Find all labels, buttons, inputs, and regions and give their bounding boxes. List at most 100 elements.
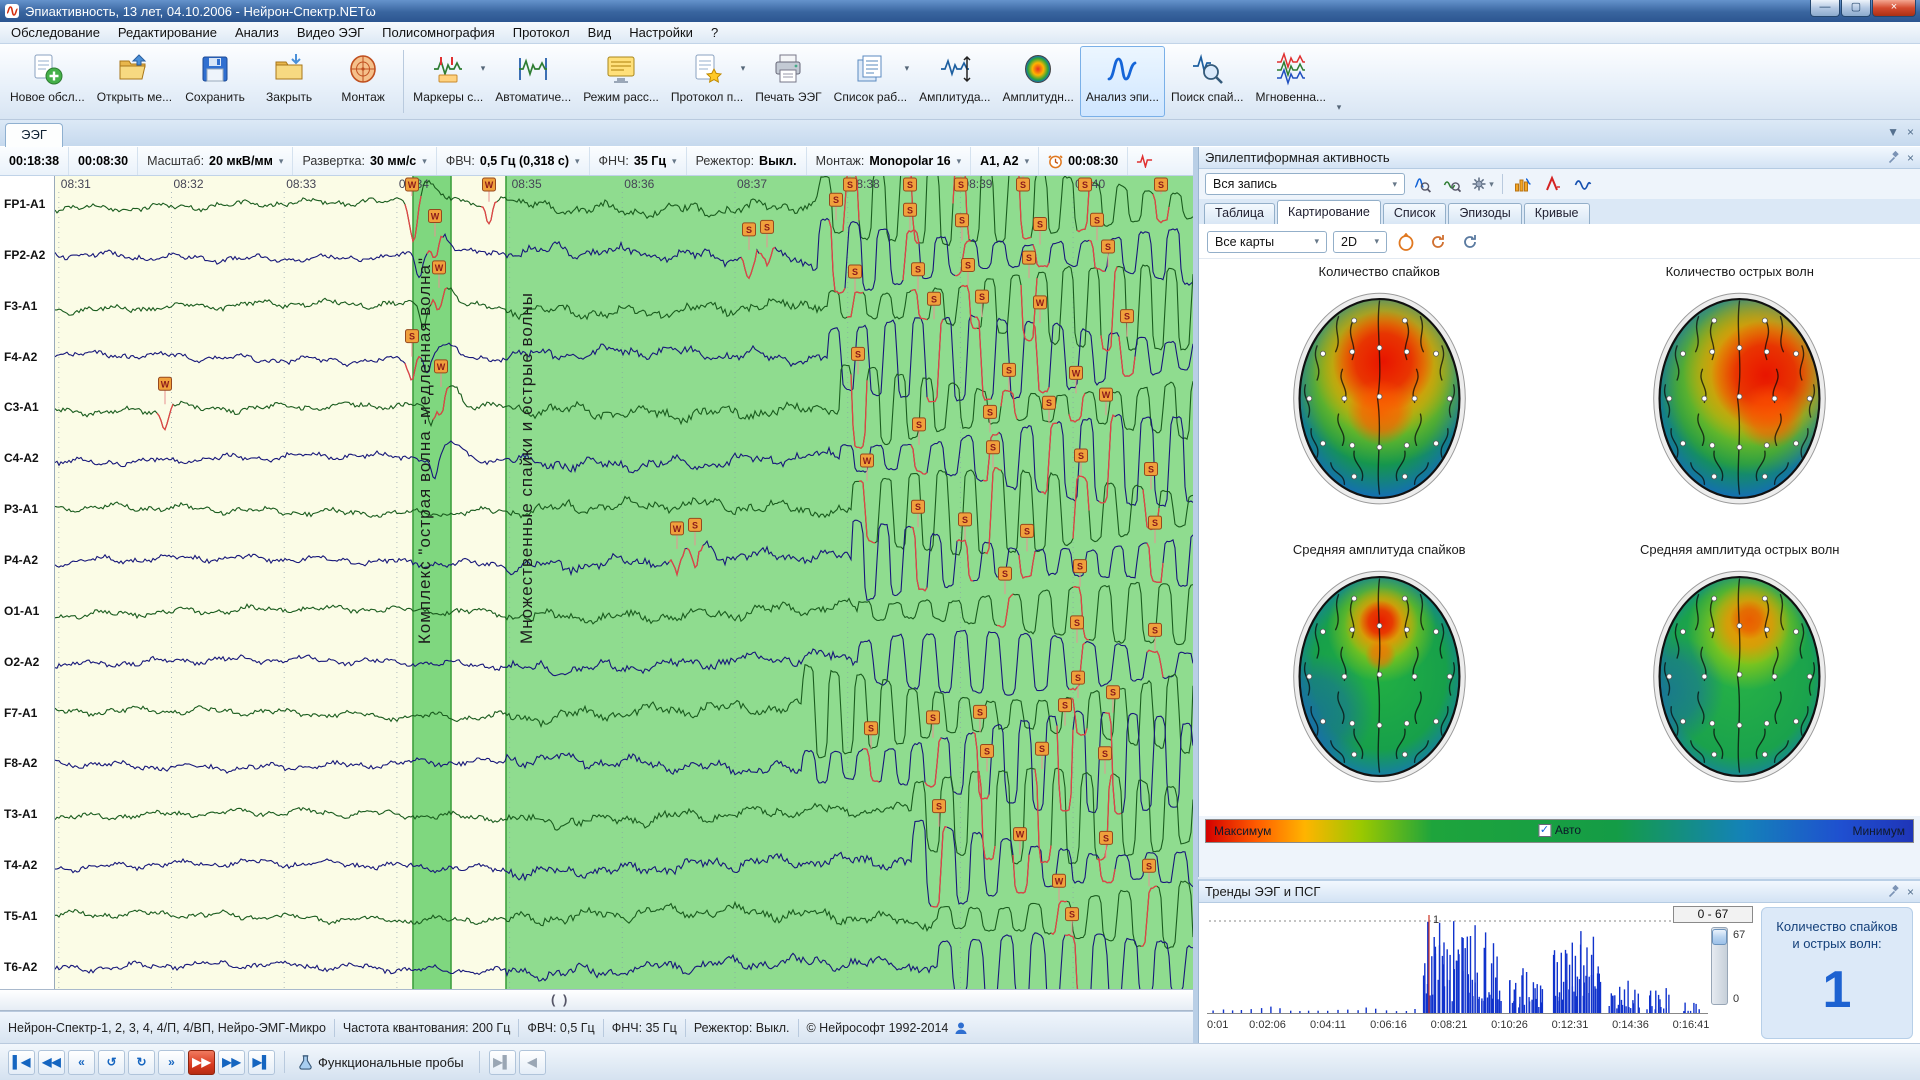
eeg-event-marker[interactable]: S <box>912 263 925 276</box>
play-fast-button[interactable]: ▶▶ <box>188 1050 215 1075</box>
worklist-button[interactable]: ▾Список раб... <box>828 46 913 117</box>
tab-episodes[interactable]: Эпизоды <box>1448 203 1521 224</box>
eeg-event-marker[interactable]: S <box>865 722 878 735</box>
amplitude-button[interactable]: Амплитуда... <box>913 46 996 117</box>
tab-close-icon[interactable]: × <box>1907 125 1914 139</box>
fast-rewind-button[interactable]: ◀◀ <box>38 1050 65 1075</box>
instant-map-button[interactable]: Мгновенна... <box>1249 46 1332 117</box>
record-range-select[interactable]: Вся запись▾ <box>1205 173 1405 195</box>
view-mode-button[interactable]: Режим расс... <box>577 46 665 117</box>
eeg-event-marker[interactable]: W <box>1070 366 1083 379</box>
eeg-event-marker[interactable]: W <box>1100 388 1113 401</box>
eeg-event-marker[interactable]: W <box>671 522 684 535</box>
close-panel-icon[interactable]: × <box>1907 151 1914 165</box>
mark-wave-icon[interactable] <box>1570 173 1596 195</box>
pin-icon[interactable] <box>1888 885 1901 898</box>
tab-eeg[interactable]: ЭЭГ <box>5 123 63 147</box>
eeg-event-marker[interactable]: W <box>483 178 496 191</box>
eeg-event-marker[interactable]: S <box>974 705 987 718</box>
eeg-event-marker[interactable]: S <box>1102 240 1115 253</box>
settings-icon[interactable]: ▾ <box>1469 173 1495 195</box>
print-eeg-button[interactable]: Печать ЭЭГ <box>749 46 827 117</box>
skip-start-button[interactable]: ▌◀ <box>8 1050 35 1075</box>
montage-select[interactable]: Монтаж:Monopolar 16▾ <box>807 147 972 175</box>
eeg-event-marker[interactable]: S <box>1079 178 1092 191</box>
amplitude-map-button[interactable]: Амплитудн... <box>997 46 1080 117</box>
eeg-page-strip[interactable]: ( ) <box>0 989 1193 1011</box>
channel-label[interactable]: FP1-A1 <box>4 197 45 211</box>
menu-item-5[interactable]: Протокол <box>504 23 579 42</box>
eeg-event-marker[interactable]: S <box>1091 213 1104 226</box>
auto-mark-icon[interactable] <box>1510 173 1536 195</box>
functional-tests-control[interactable]: Функциональные пробы <box>298 1054 464 1070</box>
open-exam-button[interactable]: Открыть ме... <box>91 46 178 117</box>
toolbar-overflow-icon[interactable]: ▾ <box>1332 46 1346 117</box>
minimize-button[interactable]: — <box>1810 0 1840 17</box>
eeg-event-marker[interactable]: S <box>999 567 1012 580</box>
channel-label[interactable]: F3-A1 <box>4 299 37 313</box>
eeg-event-marker[interactable]: S <box>1017 178 1030 191</box>
eeg-event-marker[interactable]: S <box>984 405 997 418</box>
eeg-event-marker[interactable]: S <box>1143 859 1156 872</box>
eeg-event-marker[interactable]: S <box>852 347 865 360</box>
channel-label[interactable]: F8-A2 <box>4 756 37 770</box>
refresh-icon[interactable] <box>1457 231 1483 253</box>
eeg-event-marker[interactable]: S <box>849 265 862 278</box>
maximize-button[interactable]: ▢ <box>1841 0 1871 17</box>
menu-item-4[interactable]: Полисомнография <box>373 23 504 42</box>
replay-button[interactable]: ↺ <box>98 1050 125 1075</box>
eeg-event-marker[interactable]: S <box>1043 396 1056 409</box>
tab-list[interactable]: Список <box>1383 203 1447 224</box>
channel-label[interactable]: O2-A2 <box>4 655 39 669</box>
eeg-event-marker[interactable]: W <box>1034 296 1047 309</box>
channel-label[interactable]: T6-A2 <box>4 960 37 974</box>
channel-label[interactable]: O1-A1 <box>4 604 39 618</box>
tab-curves[interactable]: Кривые <box>1524 203 1590 224</box>
pin-icon[interactable] <box>1888 151 1901 164</box>
page-forward-button[interactable]: » <box>158 1050 185 1075</box>
prev-event-button[interactable]: ◀ <box>519 1050 546 1075</box>
eeg-event-marker[interactable]: W <box>435 360 448 373</box>
eeg-event-marker[interactable]: S <box>1100 831 1113 844</box>
eeg-event-marker[interactable]: S <box>1034 218 1047 231</box>
eeg-event-marker[interactable]: S <box>928 292 941 305</box>
eeg-event-marker[interactable]: S <box>959 513 972 526</box>
notch-select[interactable]: Режектор:Выкл. <box>687 147 807 175</box>
eeg-event-marker[interactable]: S <box>844 178 857 191</box>
channel-label[interactable]: FP2-A2 <box>4 248 45 262</box>
eeg-event-marker[interactable]: S <box>1107 686 1120 699</box>
auto-scale-checkbox[interactable]: ✓ Авто <box>1538 823 1581 837</box>
menu-item-8[interactable]: ? <box>702 23 727 42</box>
eeg-event-marker[interactable]: S <box>927 711 940 724</box>
eeg-event-marker[interactable]: S <box>913 418 926 431</box>
eeg-event-marker[interactable]: S <box>912 500 925 513</box>
close-panel-icon[interactable]: × <box>1907 885 1914 899</box>
new-exam-button[interactable]: Новое обсл... <box>4 46 91 117</box>
montage-button[interactable]: Монтаж <box>326 46 400 117</box>
hpf-select[interactable]: ФВЧ:0,5 Гц (0,318 с)▾ <box>437 147 590 175</box>
tab-table[interactable]: Таблица <box>1204 203 1275 224</box>
eeg-event-marker[interactable]: W <box>861 454 874 467</box>
selection-marker[interactable]: ( ) <box>551 992 569 1007</box>
eeg-event-marker[interactable]: S <box>976 290 989 303</box>
trends-histogram[interactable]: 1 <box>1205 907 1710 1019</box>
lpf-select[interactable]: ФНЧ:35 Гц▾ <box>590 147 687 175</box>
fast-forward-button[interactable]: ▶▶ <box>218 1050 245 1075</box>
eeg-event-marker[interactable]: S <box>1003 363 1016 376</box>
find-waves-icon[interactable] <box>1439 173 1465 195</box>
eeg-event-marker[interactable]: S <box>1021 524 1034 537</box>
protocol-button[interactable]: ▾Протокол п... <box>665 46 749 117</box>
menu-item-3[interactable]: Видео ЭЭГ <box>288 23 373 42</box>
close-button[interactable]: Закрыть <box>252 46 326 117</box>
skip-end-button[interactable]: ▶▌ <box>248 1050 275 1075</box>
eeg-event-marker[interactable]: S <box>1074 560 1087 573</box>
eeg-event-marker[interactable]: S <box>981 745 994 758</box>
close-button[interactable]: × <box>1872 0 1916 17</box>
page-back-button[interactable]: « <box>68 1050 95 1075</box>
checkbox-check-icon[interactable]: ✓ <box>1538 824 1551 837</box>
mark-spike-icon[interactable] <box>1540 173 1566 195</box>
eeg-event-marker[interactable]: S <box>1075 449 1088 462</box>
eeg-event-marker[interactable]: W <box>429 210 442 223</box>
eeg-event-marker[interactable]: S <box>1155 178 1168 191</box>
map-dimension-select[interactable]: 2D▾ <box>1333 231 1387 253</box>
